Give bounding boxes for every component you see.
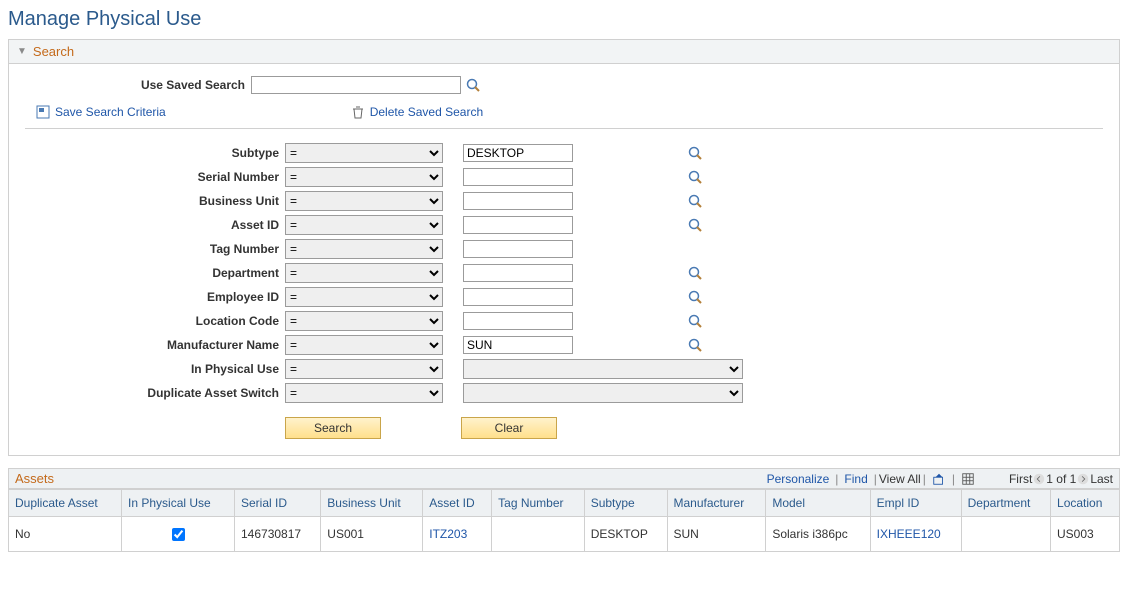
serial_number-label: Serial Number xyxy=(25,170,285,184)
column-header[interactable]: Model xyxy=(766,490,870,517)
first-label[interactable]: First xyxy=(1009,472,1032,486)
subtype-value-input[interactable] xyxy=(463,144,573,162)
cell-empl-id: IXHEEE120 xyxy=(870,517,961,552)
cell-subtype: DESKTOP xyxy=(584,517,667,552)
table-row: No 146730817US001 ITZ203 DESKTOPSUNSolaris … xyxy=(9,517,1120,552)
manufacturer-label: Manufacturer Name xyxy=(25,338,285,352)
search-panel: ▼ Search Use Saved Search Save Search Cr… xyxy=(8,39,1120,456)
duplicate_switch-value-select[interactable] xyxy=(463,383,743,403)
business_unit-operator-select[interactable]: = xyxy=(285,191,443,211)
next-icon[interactable] xyxy=(1076,472,1090,486)
department-operator-select[interactable]: = xyxy=(285,263,443,283)
cell-serial-id: 146730817 xyxy=(235,517,321,552)
location_code-value-input[interactable] xyxy=(463,312,573,330)
cell-manufacturer: SUN xyxy=(667,517,766,552)
delete-saved-search-link[interactable]: Delete Saved Search xyxy=(346,104,483,120)
manufacturer-operator-select[interactable]: = xyxy=(285,335,443,355)
cell-location: US003 xyxy=(1051,517,1120,552)
duplicate_switch-operator-select[interactable]: = xyxy=(285,383,443,403)
search-button[interactable]: Search xyxy=(285,417,381,439)
location_code-label: Location Code xyxy=(25,314,285,328)
tag_number-label: Tag Number xyxy=(25,242,285,256)
asset_id-value-input[interactable] xyxy=(463,216,573,234)
in_physical_use-value-select[interactable] xyxy=(463,359,743,379)
business_unit-label: Business Unit xyxy=(25,194,285,208)
view-all-link[interactable]: View All xyxy=(879,472,921,486)
saved-search-input[interactable] xyxy=(251,76,461,94)
personalize-link[interactable]: Personalize xyxy=(763,472,834,486)
cell-business-unit: US001 xyxy=(321,517,423,552)
lookup-icon[interactable] xyxy=(687,193,703,209)
page-title: Manage Physical Use xyxy=(8,8,1120,31)
column-header[interactable]: Department xyxy=(961,490,1050,517)
business_unit-value-input[interactable] xyxy=(463,192,573,210)
tag_number-value-input[interactable] xyxy=(463,240,573,258)
save-icon xyxy=(35,104,51,120)
cell-tag-number xyxy=(492,517,585,552)
employee_id-operator-select[interactable]: = xyxy=(285,287,443,307)
cell-model: Solaris i386pc xyxy=(766,517,870,552)
employee_id-value-input[interactable] xyxy=(463,288,573,306)
in_physical_use-operator-select[interactable]: = xyxy=(285,359,443,379)
subtype-label: Subtype xyxy=(25,146,285,160)
cell-duplicate: No xyxy=(9,517,122,552)
empl-id-link[interactable]: IXHEEE120 xyxy=(877,527,941,541)
column-header[interactable]: Location xyxy=(1051,490,1120,517)
column-header[interactable]: Empl ID xyxy=(870,490,961,517)
lookup-icon[interactable] xyxy=(687,265,703,281)
employee_id-label: Employee ID xyxy=(25,290,285,304)
search-panel-title: Search xyxy=(33,44,74,59)
lookup-icon[interactable] xyxy=(687,313,703,329)
department-value-input[interactable] xyxy=(463,264,573,282)
cell-asset-id: ITZ203 xyxy=(423,517,492,552)
column-header[interactable]: Manufacturer xyxy=(667,490,766,517)
lookup-icon[interactable] xyxy=(687,169,703,185)
department-label: Department xyxy=(25,266,285,280)
column-header[interactable]: Duplicate Asset xyxy=(9,490,122,517)
lookup-icon[interactable] xyxy=(687,217,703,233)
serial_number-operator-select[interactable]: = xyxy=(285,167,443,187)
assets-table: Duplicate AssetIn Physical UseSerial IDB… xyxy=(8,489,1120,552)
clear-button[interactable]: Clear xyxy=(461,417,557,439)
lookup-icon[interactable] xyxy=(465,77,481,93)
cell-in-physical-use xyxy=(122,517,235,552)
zoom-icon[interactable] xyxy=(928,472,950,486)
column-header[interactable]: Tag Number xyxy=(492,490,585,517)
column-header[interactable]: Subtype xyxy=(584,490,667,517)
assets-title: Assets xyxy=(15,471,54,486)
lookup-icon[interactable] xyxy=(687,145,703,161)
subtype-operator-select[interactable]: = xyxy=(285,143,443,163)
asset_id-operator-select[interactable]: = xyxy=(285,215,443,235)
collapse-icon[interactable]: ▼ xyxy=(17,46,27,57)
column-header[interactable]: Asset ID xyxy=(423,490,492,517)
find-link[interactable]: Find xyxy=(840,472,871,486)
in_physical_use-label: In Physical Use xyxy=(25,362,285,376)
asset-id-link[interactable]: ITZ203 xyxy=(429,527,467,541)
in-physical-use-checkbox[interactable] xyxy=(172,528,185,541)
column-header[interactable]: Business Unit xyxy=(321,490,423,517)
asset_id-label: Asset ID xyxy=(25,218,285,232)
last-label[interactable]: Last xyxy=(1090,472,1113,486)
trash-icon xyxy=(350,104,366,120)
search-panel-header[interactable]: ▼ Search xyxy=(9,40,1119,64)
manufacturer-value-input[interactable] xyxy=(463,336,573,354)
range-label: 1 of 1 xyxy=(1046,472,1076,486)
grid-icon[interactable] xyxy=(957,472,979,486)
lookup-icon[interactable] xyxy=(687,337,703,353)
column-header[interactable]: In Physical Use xyxy=(122,490,235,517)
serial_number-value-input[interactable] xyxy=(463,168,573,186)
tag_number-operator-select[interactable]: = xyxy=(285,239,443,259)
saved-search-label: Use Saved Search xyxy=(25,78,251,92)
save-search-criteria-link[interactable]: Save Search Criteria xyxy=(31,104,166,120)
cell-department xyxy=(961,517,1050,552)
assets-toolbar: Assets Personalize | Find | View All | |… xyxy=(8,468,1120,489)
column-header[interactable]: Serial ID xyxy=(235,490,321,517)
prev-icon[interactable] xyxy=(1032,472,1046,486)
lookup-icon[interactable] xyxy=(687,289,703,305)
duplicate_switch-label: Duplicate Asset Switch xyxy=(25,386,285,400)
location_code-operator-select[interactable]: = xyxy=(285,311,443,331)
